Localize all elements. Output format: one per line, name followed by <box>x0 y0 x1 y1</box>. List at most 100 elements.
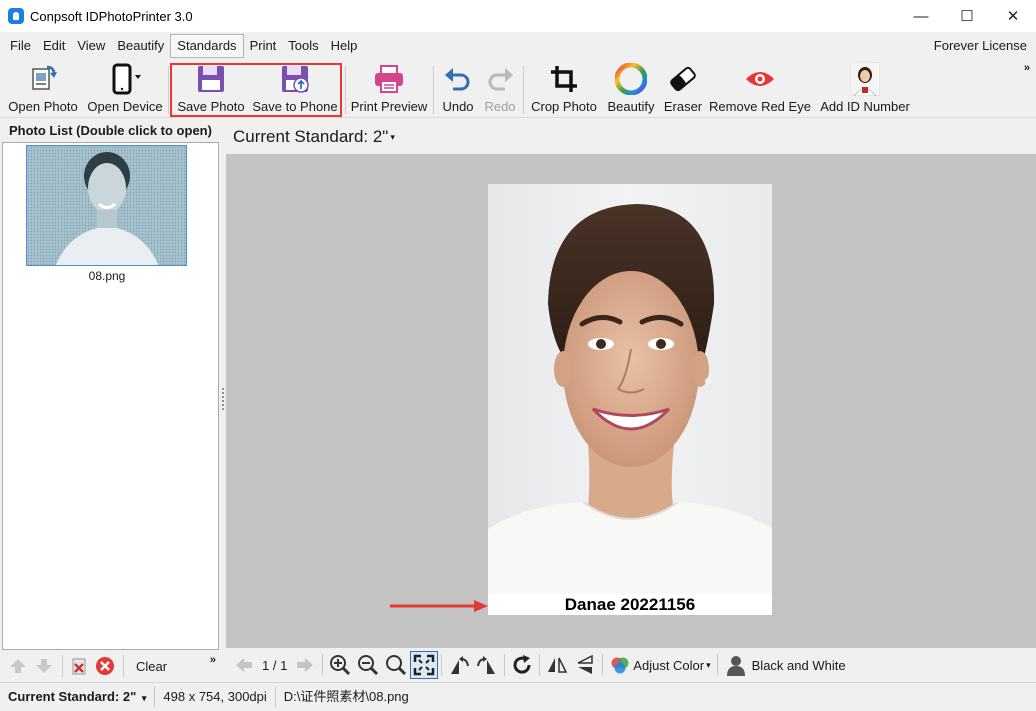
menu-help[interactable]: Help <box>325 34 364 58</box>
redo-label: Redo <box>484 99 516 114</box>
chevron-down-icon: ▾ <box>706 659 711 670</box>
minimize-button[interactable]: — <box>898 0 944 32</box>
black-and-white-label: Black and White <box>751 657 846 673</box>
fit-to-window-button[interactable] <box>410 651 439 679</box>
menu-edit[interactable]: Edit <box>37 34 71 58</box>
fit-screen-icon <box>414 654 435 676</box>
black-and-white-button[interactable]: Black and White <box>725 654 846 676</box>
rotate-right-button[interactable] <box>473 651 501 679</box>
status-standard-label: Current Standard: 2" <box>8 689 137 704</box>
open-device-label: Open Device <box>87 99 163 114</box>
next-page-button[interactable] <box>291 651 319 679</box>
magnifier-icon <box>386 655 407 676</box>
phone-icon <box>108 62 142 96</box>
toolbar-separator <box>523 66 524 114</box>
photo-list-toolbar: Clear » <box>2 650 220 682</box>
photo-list: 08.png <box>2 142 219 650</box>
redo-button[interactable]: Redo <box>481 62 519 118</box>
separator <box>716 654 718 676</box>
remove-red-eye-button[interactable]: Remove Red Eye <box>709 62 811 118</box>
title-bar: Conpsoft IDPhotoPrinter 3.0 — ☐ ✕ <box>0 0 1036 32</box>
menu-file[interactable]: File <box>4 34 37 58</box>
flip-vertical-button[interactable] <box>571 651 599 679</box>
zoom-in-icon <box>330 655 351 676</box>
photo-id-number-text: Danae 20221156 <box>488 594 772 615</box>
main-toolbar: Open Photo Open Device Save Photo Save t… <box>0 60 1036 118</box>
beautify-button[interactable]: Beautify <box>604 62 658 118</box>
previous-page-button[interactable] <box>230 651 258 679</box>
maximize-button[interactable]: ☐ <box>944 0 990 32</box>
actual-size-button[interactable] <box>382 651 410 679</box>
highlight-annotation-box <box>170 63 342 117</box>
current-standard-header[interactable]: Current Standard: 2" ▾ <box>226 120 1036 154</box>
window-title: Conpsoft IDPhotoPrinter 3.0 <box>30 8 193 24</box>
arrow-up-icon <box>10 659 26 673</box>
undo-button[interactable]: Undo <box>439 62 477 118</box>
zoom-in-button[interactable] <box>326 651 354 679</box>
separator <box>322 654 324 676</box>
remove-button[interactable] <box>93 654 117 678</box>
clear-button[interactable]: Clear <box>136 659 167 674</box>
add-id-number-label: Add ID Number <box>820 99 910 114</box>
status-standard[interactable]: Current Standard: 2" ▾ <box>0 686 156 708</box>
delete-file-icon <box>72 658 86 675</box>
add-id-number-button[interactable]: Add ID Number <box>816 62 914 118</box>
id-portrait-icon <box>848 62 882 96</box>
move-up-button[interactable] <box>6 654 30 678</box>
delete-file-button[interactable] <box>67 654 91 678</box>
refresh-button[interactable] <box>508 651 536 679</box>
toolbar-overflow-button[interactable]: » <box>1024 62 1030 74</box>
zoom-out-button[interactable] <box>354 651 382 679</box>
red-eye-icon <box>743 62 777 96</box>
photo-thumbnail[interactable] <box>26 145 187 266</box>
separator <box>441 654 443 676</box>
menu-standards[interactable]: Standards <box>170 34 244 58</box>
menu-beautify[interactable]: Beautify <box>111 34 170 58</box>
id-photo: Danae 20221156 <box>488 184 772 615</box>
eraser-button[interactable]: Eraser <box>660 62 706 118</box>
close-circle-icon <box>96 657 114 675</box>
toolbar-separator <box>345 66 346 114</box>
portrait-image <box>488 184 772 594</box>
menu-tools[interactable]: Tools <box>282 34 324 58</box>
status-file-path: D:\证件照素材\08.png <box>283 689 409 704</box>
zoom-out-icon <box>358 655 379 676</box>
toolbar-separator <box>433 66 434 114</box>
photo-canvas[interactable]: Danae 20221156 <box>226 154 1036 648</box>
flip-horizontal-icon <box>548 657 568 673</box>
separator <box>602 654 604 676</box>
redo-icon <box>483 62 517 96</box>
undo-label: Undo <box>442 99 474 114</box>
menu-print[interactable]: Print <box>244 34 283 58</box>
license-label: Forever License <box>933 38 1027 53</box>
rotate-left-button[interactable] <box>445 651 473 679</box>
window-controls: — ☐ ✕ <box>898 0 1036 32</box>
arrow-left-icon <box>236 658 252 672</box>
separator <box>62 655 63 677</box>
separator <box>504 654 506 676</box>
thumbnail-portrait-image <box>27 146 186 265</box>
photo-list-header: Photo List (Double click to open) <box>2 120 220 142</box>
color-wheel-icon <box>614 62 648 96</box>
move-down-button[interactable] <box>32 654 56 678</box>
menu-bar: File Edit View Beautify Standards Print … <box>0 32 1036 60</box>
flip-horizontal-button[interactable] <box>543 651 571 679</box>
crop-photo-button[interactable]: Crop Photo <box>529 62 599 118</box>
open-photo-label: Open Photo <box>8 99 78 114</box>
crop-photo-label: Crop Photo <box>531 99 597 114</box>
adjust-color-label: Adjust Color <box>633 657 705 673</box>
rgb-circles-icon <box>611 657 629 674</box>
photo-list-overflow-button[interactable]: » <box>210 654 216 666</box>
print-preview-label: Print Preview <box>350 99 428 114</box>
close-button[interactable]: ✕ <box>990 0 1036 32</box>
open-device-button[interactable]: Open Device <box>86 62 164 118</box>
crop-icon <box>547 62 581 96</box>
adjust-color-button[interactable]: Adjust Color ▾ <box>610 655 711 675</box>
eraser-icon <box>666 62 700 96</box>
menu-view[interactable]: View <box>71 34 111 58</box>
open-photo-button[interactable]: Open Photo <box>5 62 81 118</box>
print-preview-button[interactable]: Print Preview <box>350 62 428 118</box>
rotate-left-icon <box>451 656 470 674</box>
printer-icon <box>372 62 406 96</box>
arrow-right-icon <box>297 658 314 672</box>
